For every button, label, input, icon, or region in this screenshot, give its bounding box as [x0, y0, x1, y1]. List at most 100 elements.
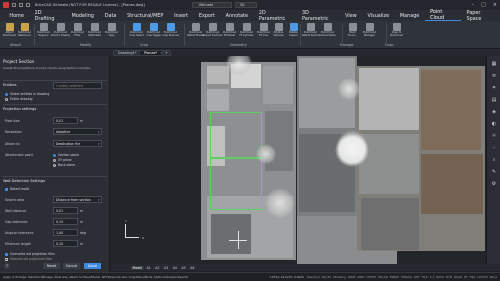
close-icon[interactable]: × — [493, 2, 497, 8]
ribbon-button-pointcloud-detect-planes[interactable]: Pointcloud Detect Planes — [187, 23, 204, 40]
status-toggle-strack[interactable]: STRACK — [401, 275, 412, 279]
wall-distance-input[interactable]: 0,01 — [53, 207, 78, 214]
bim-icon[interactable]: ◈ — [490, 108, 498, 116]
status-toggle-rt[interactable]: RT — [464, 275, 467, 279]
done-button[interactable]: Done — [84, 263, 101, 269]
save-icon[interactable] — [26, 3, 30, 7]
ribbon-button-bubble-viewer[interactable]: Bubble Viewer — [286, 23, 301, 40]
tab-manage[interactable]: Manage — [394, 10, 424, 21]
properties-icon[interactable]: ▦ — [490, 60, 498, 68]
remove-checkbox[interactable]: Remove old projection files — [5, 257, 52, 261]
reset-button[interactable]: Reset — [43, 263, 60, 269]
help-button[interactable]: ? — [4, 263, 10, 269]
drawing-canvas[interactable]: X Y — [111, 56, 485, 264]
status-toggle-snap[interactable]: SNAP — [348, 275, 355, 279]
tab-data[interactable]: Data — [99, 10, 121, 21]
status-toggle-standard[interactable]: Standard — [307, 275, 320, 279]
ribbon-button-pointcloud-high[interactable]: Pointcloud High — [104, 23, 119, 40]
library-icon[interactable]: ▤ — [490, 96, 498, 104]
ribbon-button-pointcloud-manager[interactable]: Pointcloud Manager — [362, 23, 377, 40]
layout-tab-a6[interactable]: A6 — [189, 266, 196, 270]
status-toggle-quad[interactable]: QUAD — [454, 275, 462, 279]
status-toggle-hka[interactable]: HKA — [470, 275, 476, 279]
tab-visualize[interactable]: Visualize — [362, 10, 394, 21]
mode-select[interactable]: 3D — [234, 2, 257, 8]
tab-3d-parametric[interactable]: 3D Parametric — [297, 10, 340, 22]
tab-export[interactable]: Export — [193, 10, 220, 21]
attach-to-select[interactable]: Destination file ▾ — [53, 140, 102, 147]
ribbon-button-pointcloud-regions[interactable]: Pointcloud Regions — [36, 23, 51, 40]
status-toggle-modeling[interactable]: Modeling — [333, 275, 346, 279]
tab-annotate[interactable]: Annotate — [220, 10, 253, 21]
bubble-viewer-marker[interactable] — [256, 144, 276, 164]
status-toggle-grid[interactable]: GRID — [357, 275, 364, 279]
workspace-select[interactable]: Ultimate — [191, 2, 232, 8]
status-toggle-1-1[interactable]: 1:1 — [430, 275, 435, 279]
tab-paper-space[interactable]: Paper Space — [461, 10, 500, 22]
ribbon-button-pointcloud-device-items[interactable]: Pointcloud Device Items — [319, 23, 336, 40]
section-outline[interactable] — [210, 112, 262, 158]
gap-tolerance-input[interactable]: 0,15 — [53, 218, 78, 225]
minimize-icon[interactable]: – — [472, 2, 475, 8]
ribbon-button-pointcloud-fit-planar[interactable]: Pointcloud Fit Planar — [222, 23, 237, 40]
ribbon-button-snap-to-pointcloud[interactable]: Snap to Pointcloud — [389, 23, 404, 40]
tab-modeling[interactable]: Modeling — [66, 10, 99, 21]
layout-tab-a1[interactable]: A1 — [145, 266, 152, 270]
search-icon[interactable]: ⌕ — [490, 156, 498, 164]
tab-structural-mep[interactable]: Structural/MEP — [122, 10, 169, 21]
status-toggle-tile[interactable]: TILE — [422, 275, 428, 279]
ribbon-button-pointcloud-project-sections[interactable]: Pointcloud Project Sections — [203, 23, 222, 40]
overwrite-checkbox[interactable]: Overwrite old projection files — [5, 252, 55, 256]
ribbon-button-pointcloud-filter[interactable]: Pointcloud Filter — [70, 23, 85, 40]
status-toggle-lwt[interactable]: LWT — [414, 275, 420, 279]
angular-tolerance-input[interactable]: 1,00 — [53, 229, 78, 236]
status-toggle-lockui[interactable]: LOCKUI — [477, 275, 487, 279]
section-outline[interactable] — [210, 158, 262, 210]
layout-tab-a4[interactable]: A4 — [171, 266, 178, 270]
maximize-icon[interactable]: □ — [481, 2, 486, 8]
layout-tab-model[interactable]: Model — [131, 265, 144, 270]
ribbon-button-point-cloud-[interactable]: Point Cloud... — [345, 23, 360, 40]
layout-tab-a2[interactable]: A2 — [154, 266, 161, 270]
ribbon-button-pointcloud-reference[interactable]: Pointcloud Reference — [17, 23, 32, 40]
ribbon-button-pointcloud-crop-select[interactable]: Pointcloud Crop Select — [129, 23, 144, 40]
tab-2d-parametric[interactable]: 2D Parametric — [253, 10, 296, 22]
section-plane-radio[interactable]: Section plane — [53, 153, 79, 157]
bubble-viewer-marker[interactable] — [265, 188, 295, 218]
tab-home[interactable]: Home — [4, 10, 29, 21]
tab-point-cloud[interactable]: Point Cloud — [424, 9, 462, 21]
tab-insert[interactable]: Insert — [169, 10, 194, 21]
status-toggle-polar[interactable]: POLAR — [378, 275, 387, 279]
status-toggle-iso-25[interactable]: ISO-25 — [322, 275, 331, 279]
status-toggle-ortho[interactable]: ORTHO — [366, 275, 376, 279]
status-toggle-dyn[interactable]: DYN — [446, 275, 452, 279]
open-file-icon[interactable] — [19, 3, 23, 7]
ribbon-button-pointcloud-interior-display[interactable]: Pointcloud Interior Display — [51, 23, 70, 40]
status-toggle-none[interactable]: None — [490, 275, 497, 279]
cancel-button[interactable]: Cancel — [63, 263, 80, 269]
attributes-icon[interactable]: ✎ — [490, 168, 498, 176]
select-in-drawing-radio[interactable]: Select entities in drawing — [5, 92, 49, 96]
tab-2d-drafting[interactable]: 2D Drafting — [29, 10, 66, 22]
status-toggle-esnap[interactable]: ESNAP — [390, 275, 399, 279]
bricscad-logo-icon[interactable] — [3, 2, 9, 8]
ribbon-button-pointcloud-fit-line[interactable]: Pointcloud Fit Line — [256, 23, 271, 40]
xy-plane-radio[interactable]: XY plane — [53, 158, 72, 162]
ribbon-button-pointcloud-optimized[interactable]: Pointcloud Optimized — [87, 23, 102, 40]
ribbon-button-pointcloud-fit-cylinder[interactable]: Pointcloud Fit Cylinder — [239, 23, 254, 40]
ribbon-button-pointcloud-crop-toggle[interactable]: Pointcloud Crop Toggle — [146, 23, 161, 40]
lights-icon[interactable]: ☼ — [490, 132, 498, 140]
minimum-length-input[interactable]: 0,10 — [53, 240, 78, 247]
entire-drawing-radio[interactable]: Entire drawing — [5, 97, 33, 101]
layout-tab-a5[interactable]: A5 — [180, 266, 187, 270]
bubble-viewer-marker[interactable] — [332, 130, 372, 170]
pixel-size-input[interactable]: 0,01 — [53, 117, 78, 124]
status-toggle-ducs[interactable]: DUCS — [436, 275, 444, 279]
ribbon-button-pointcloud-crop-remove[interactable]: Pointcloud Crop Remove — [162, 23, 179, 40]
ribbon-button-polyline-spheres[interactable]: Polyline Spheres — [271, 23, 286, 40]
detect-walls-checkbox[interactable]: Detect walls — [5, 187, 29, 191]
resolution-select[interactable]: Adaptive ▾ — [53, 128, 102, 135]
bubble-viewer-marker[interactable] — [338, 78, 360, 100]
point-cloud-icon[interactable]: ⁘ — [490, 144, 498, 152]
materials-icon[interactable]: ◐ — [490, 120, 498, 128]
